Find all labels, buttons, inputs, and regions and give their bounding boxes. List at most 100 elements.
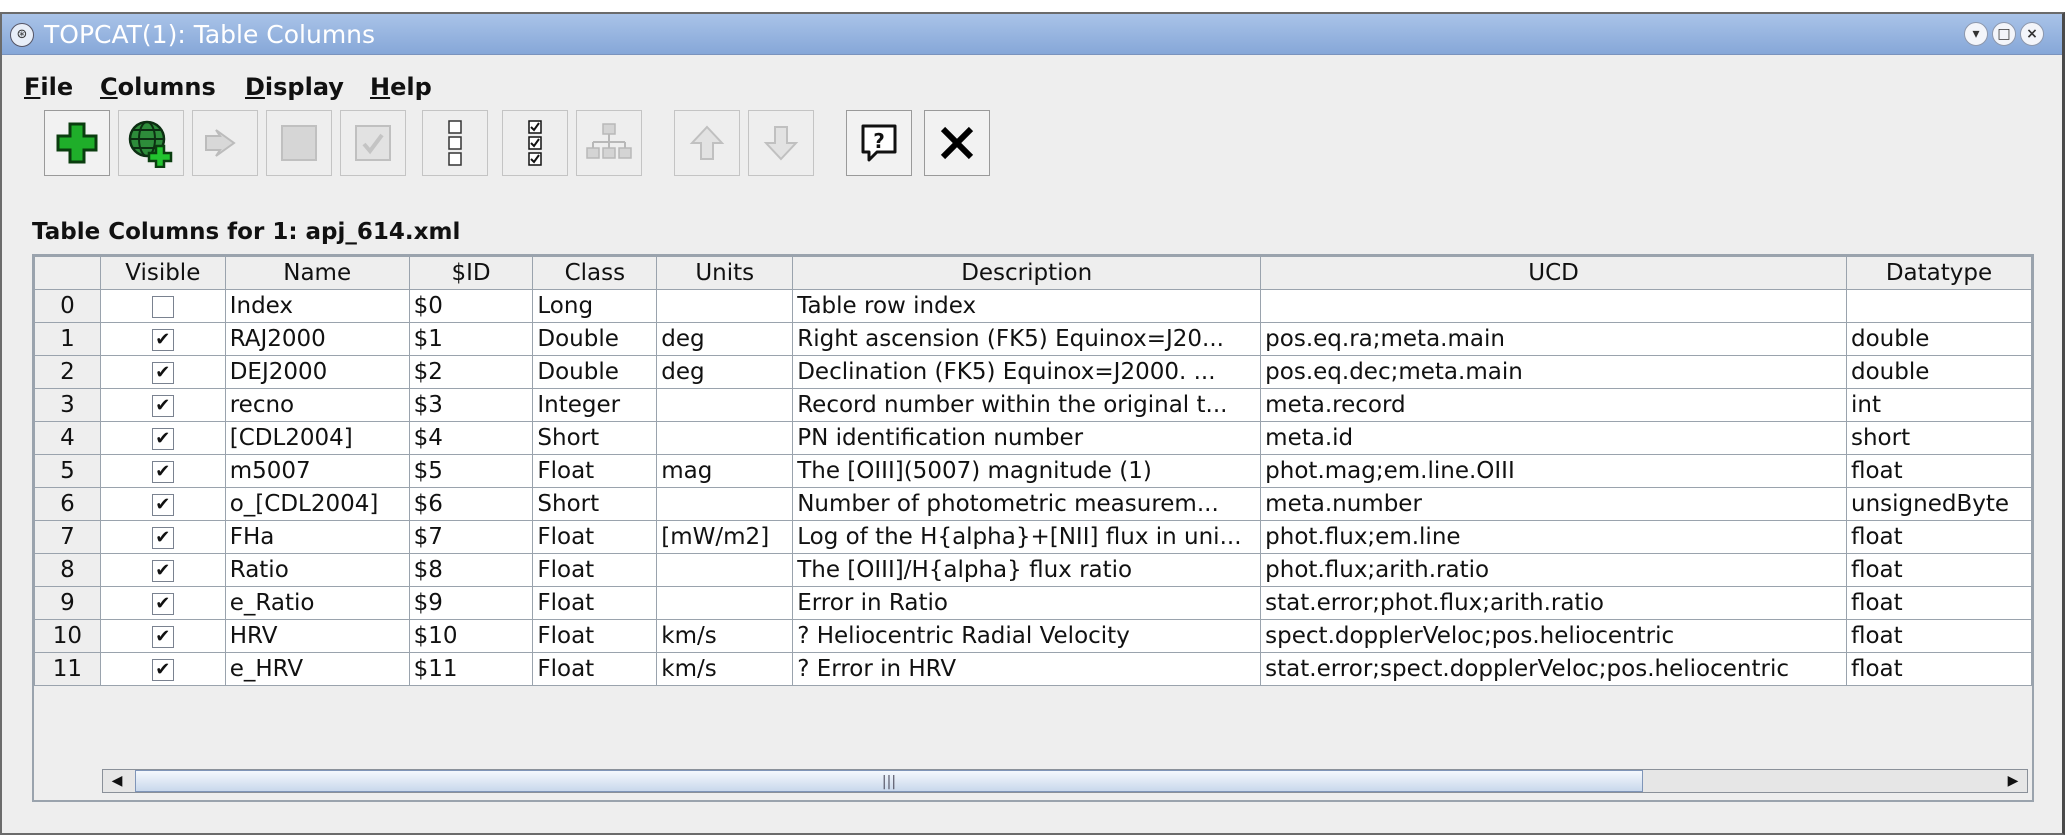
reveal-column-button[interactable] [340,110,406,176]
name-cell[interactable]: e_Ratio [224,586,410,620]
visible-checkbox[interactable]: ✔ [151,328,174,351]
datatype-cell[interactable]: short [1846,421,2032,455]
datatype-cell[interactable]: float [1846,553,2032,587]
visible-checkbox[interactable]: ✔ [151,559,174,582]
visible-checkbox[interactable]: ✔ [151,625,174,648]
move-up-button[interactable] [674,110,740,176]
ucd-cell[interactable]: stat.error;phot.flux;arith.ratio [1260,586,1847,620]
datatype-cell[interactable]: unsignedByte [1846,487,2032,521]
class-cell[interactable]: Float [532,454,658,488]
table-row[interactable]: 8 ✔ Ratio $8 Float The [OIII]/H{alpha} flux r… [34,553,2032,587]
units-cell[interactable]: km/s [656,619,794,653]
description-cell[interactable]: ? Error in HRV [792,652,1262,686]
id-cell[interactable]: $4 [408,421,534,455]
units-cell[interactable] [656,388,794,422]
table-row[interactable]: 2 ✔ DEJ2000 $2 Double deg Declination (FK5) Eq… [34,355,2032,389]
description-cell[interactable]: The [OIII](5007) magnitude (1) [792,454,1262,488]
table-row[interactable]: 9 ✔ e_Ratio $9 Float Error in Ratio stat.error… [34,586,2032,620]
visible-checkbox[interactable]: ✔ [151,592,174,615]
name-cell[interactable]: e_HRV [224,652,410,686]
app-menu-icon[interactable]: ⊛ [10,23,34,47]
scroll-right-icon[interactable]: ▶ [2001,770,2025,792]
index-header[interactable] [34,256,101,290]
id-cell[interactable]: $9 [408,586,534,620]
id-cell[interactable]: $1 [408,322,534,356]
visible-header[interactable]: Visible [99,256,226,290]
datatype-cell[interactable]: int [1846,388,2032,422]
name-cell[interactable]: m5007 [224,454,410,488]
id-cell[interactable]: $5 [408,454,534,488]
scrollbar-thumb[interactable]: ||| [135,770,1643,792]
name-cell[interactable]: FHa [224,520,410,554]
datatype-cell[interactable]: float [1846,652,2032,686]
ucd-cell[interactable]: meta.number [1260,487,1847,521]
ucd-cell[interactable]: pos.eq.dec;meta.main [1260,355,1847,389]
id-cell[interactable]: $11 [408,652,534,686]
id-cell[interactable]: $3 [408,388,534,422]
horizontal-scrollbar[interactable]: ◀ ||| ▶ [102,769,2028,793]
units-cell[interactable]: km/s [656,652,794,686]
description-cell[interactable]: Log of the H{alpha}+[NII] flux in uni... [792,520,1262,554]
close-button[interactable] [924,110,990,176]
ucd-cell[interactable]: phot.flux;arith.ratio [1260,553,1847,587]
ucd-cell[interactable]: meta.id [1260,421,1847,455]
units-cell[interactable]: deg [656,322,794,356]
table-row[interactable]: 10 ✔ HRV $10 Float km/s? Heliocentric Radial … [34,619,2032,653]
table-row[interactable]: 4 ✔ [CDL2004] $4 Short PN identification numb… [34,421,2032,455]
hide-column-button[interactable] [266,110,332,176]
description-cell[interactable]: Declination (FK5) Equinox=J2000. ... [792,355,1262,389]
units-header[interactable]: Units [656,256,794,290]
menu-display[interactable]: Display [245,73,344,101]
visible-checkbox[interactable]: ✔ [151,526,174,549]
datatype-cell[interactable]: float [1846,586,2032,620]
maximize-icon[interactable]: □ [1992,22,2016,46]
description-header[interactable]: Description [792,256,1262,290]
class-cell[interactable]: Short [532,421,658,455]
units-cell[interactable]: deg [656,355,794,389]
units-cell[interactable] [656,553,794,587]
class-cell[interactable]: Short [532,487,658,521]
description-cell[interactable]: The [OIII]/H{alpha} flux ratio [792,553,1262,587]
table-row[interactable]: 5 ✔ m5007 $5 Float mag The [OIII](5007) magnit… [34,454,2032,488]
table-row[interactable]: 11 ✔ e_HRV $11 Float km/s? Error in HRV stat.e… [34,652,2032,686]
units-cell[interactable]: [mW/m2] [656,520,794,554]
visible-checkbox[interactable]: ✔ [151,658,174,681]
scroll-left-icon[interactable]: ◀ [105,770,129,792]
units-cell[interactable]: mag [656,454,794,488]
datatype-header[interactable]: Datatype [1846,256,2032,290]
name-cell[interactable]: Ratio [224,553,410,587]
datatype-cell[interactable]: double [1846,322,2032,356]
datatype-cell[interactable]: float [1846,520,2032,554]
units-cell[interactable] [656,586,794,620]
ucd-cell[interactable]: pos.eq.ra;meta.main [1260,322,1847,356]
ucd-cell[interactable]: phot.mag;em.line.OIII [1260,454,1847,488]
replace-column-button[interactable] [192,110,258,176]
visible-checkbox[interactable] [151,295,174,318]
class-cell[interactable]: Float [532,520,658,554]
class-header[interactable]: Class [532,256,658,290]
description-cell[interactable]: Error in Ratio [792,586,1262,620]
class-cell[interactable]: Long [532,289,658,323]
hide-all-button[interactable] [422,110,488,176]
ucd-header[interactable]: UCD [1260,256,1847,290]
close-window-icon[interactable]: × [2020,22,2044,46]
id-cell[interactable]: $8 [408,553,534,587]
units-cell[interactable] [656,289,794,323]
ucd-cell[interactable]: spect.dopplerVeloc;pos.heliocentric [1260,619,1847,653]
description-cell[interactable]: Table row index [792,289,1262,323]
reveal-all-button[interactable] [502,110,568,176]
table-row[interactable]: 6 ✔ o_[CDL2004] $6 Short Number of photometri… [34,487,2032,521]
id-cell[interactable]: $6 [408,487,534,521]
visible-checkbox[interactable]: ✔ [151,493,174,516]
name-cell[interactable]: recno [224,388,410,422]
class-cell[interactable]: Float [532,652,658,686]
visible-checkbox[interactable]: ✔ [151,394,174,417]
visible-checkbox[interactable]: ✔ [151,460,174,483]
visible-checkbox[interactable]: ✔ [151,361,174,384]
name-cell[interactable]: RAJ2000 [224,322,410,356]
class-cell[interactable]: Integer [532,388,658,422]
description-cell[interactable]: PN identification number [792,421,1262,455]
minimize-icon[interactable]: ▾ [1964,22,1988,46]
id-cell[interactable]: $2 [408,355,534,389]
datatype-cell[interactable]: float [1846,454,2032,488]
